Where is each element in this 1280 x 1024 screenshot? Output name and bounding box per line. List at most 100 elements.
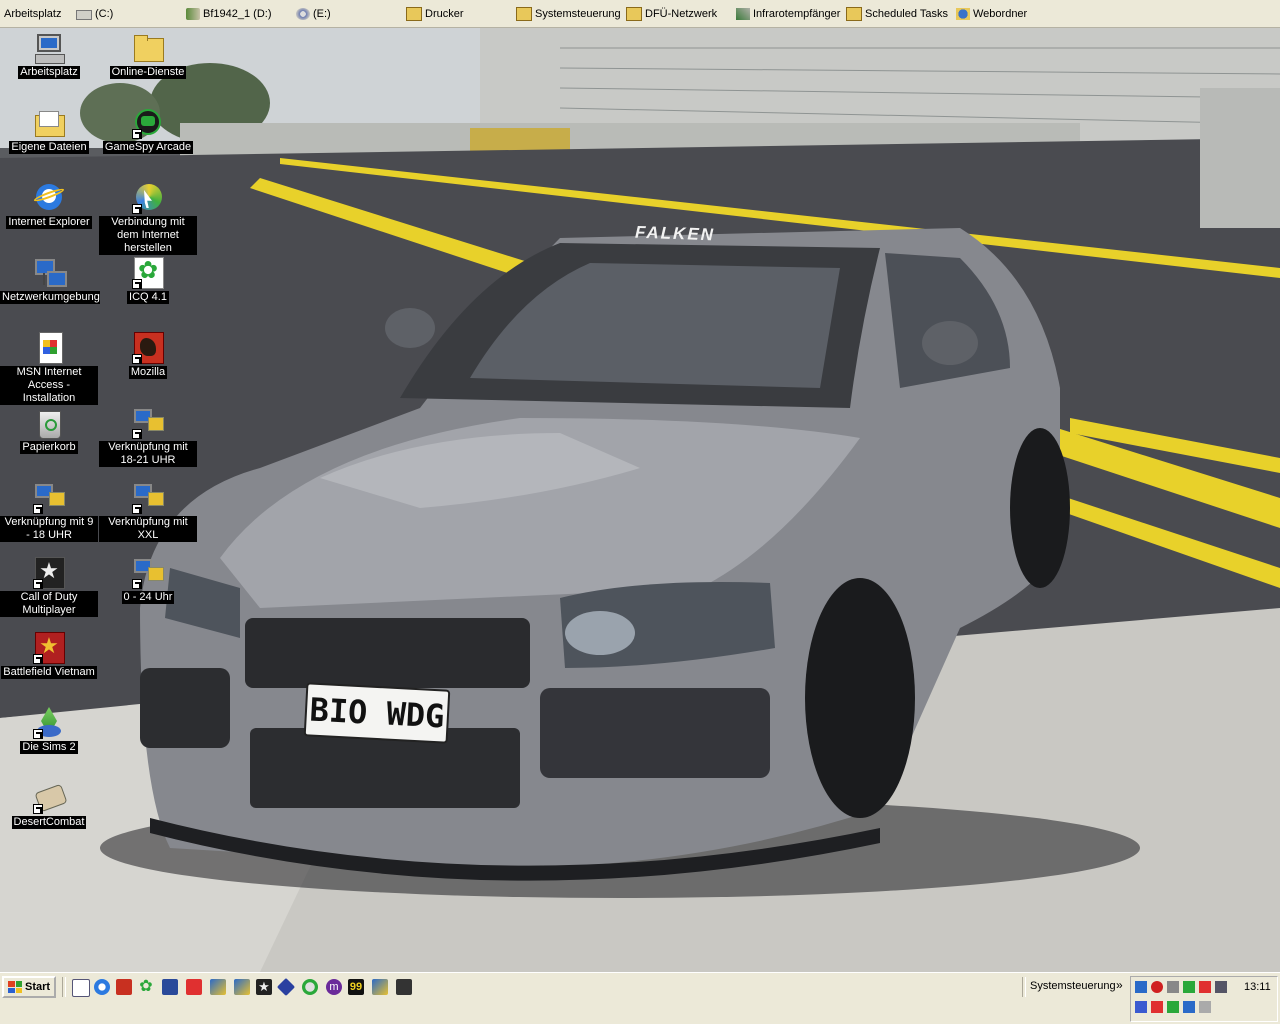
toolbar-chevron[interactable]: »: [1116, 978, 1123, 992]
star-icon[interactable]: ★: [256, 979, 272, 995]
toolbar-item-webordner[interactable]: Webordner: [956, 5, 1027, 23]
desktop-icon-online-dienste[interactable]: Online-Dienste: [99, 32, 197, 79]
shortcut-arrow-icon: [132, 354, 142, 364]
dialup-icon[interactable]: [234, 979, 250, 995]
tray-connection-icon[interactable]: [1183, 1001, 1195, 1013]
tray-ati-icon[interactable]: [1151, 1001, 1163, 1013]
desktop-icon-label: Mozilla: [128, 366, 168, 379]
desktop-icon-call-of-duty[interactable]: ★ Call of Duty Multiplayer: [0, 557, 98, 617]
messenger-icon[interactable]: m: [326, 979, 342, 995]
shortcut-arrow-icon: [132, 129, 142, 139]
dialup-connection-icon: [132, 557, 164, 589]
desktop-icon-msn-setup[interactable]: MSN Internet Access - Installation: [0, 332, 98, 405]
toolbar-item-arbeitsplatz[interactable]: Arbeitsplatz: [4, 5, 61, 23]
internet-explorer-icon: [32, 182, 66, 214]
taskbar-separator: [1022, 977, 1026, 997]
shortcut-arrow-icon: [33, 804, 43, 814]
desktop-icon-netzwerkumgebung[interactable]: Netzwerkumgebung: [0, 257, 100, 304]
game-icon[interactable]: [396, 979, 412, 995]
connection-wizard-icon: [132, 182, 164, 214]
desktop-icon-verknuepfung-9-18[interactable]: Verknüpfung mit 9 - 18 UHR: [0, 482, 98, 542]
tray-antivirus-icon[interactable]: [1151, 981, 1163, 993]
icq-icon[interactable]: ✿: [138, 979, 154, 995]
winamp-icon[interactable]: [162, 979, 178, 995]
toolbar-item-drive-c[interactable]: (C:): [76, 5, 113, 23]
gamespy-icon: [132, 107, 164, 139]
open-folder-icon: [33, 107, 65, 139]
desktop-icon-verbindung-internet[interactable]: Verbindung mit dem Internet herstellen: [99, 182, 197, 255]
tray-volume-icon[interactable]: [1167, 981, 1179, 993]
toolbar-item-label: Arbeitsplatz: [4, 8, 62, 20]
toolbar-item-drive-d[interactable]: Bf1942_1 (D:): [186, 5, 271, 23]
tray-game-icon[interactable]: [1167, 1001, 1179, 1013]
dialup-icon[interactable]: [372, 979, 388, 995]
toolbar-item-drucker[interactable]: Drucker: [406, 5, 464, 23]
web-folder-icon: [956, 8, 970, 20]
desktop-icon-mozilla[interactable]: Mozilla: [99, 332, 197, 379]
toolbar-item-infrarot[interactable]: Infrarotempfänger: [736, 5, 840, 23]
desktop-icon-icq[interactable]: ✿ ICQ 4.1: [99, 257, 197, 304]
msn-setup-icon: [33, 332, 65, 364]
desktop-icon-sims2[interactable]: Die Sims 2: [0, 707, 98, 754]
desktop-icon-verknuepfung-xxl[interactable]: Verknüpfung mit XXL: [99, 482, 197, 542]
dialup-connection-icon: [132, 482, 164, 514]
call-of-duty-icon: ★: [33, 557, 65, 589]
desktop-icon-label: Verknüpfung mit 9 - 18 UHR: [0, 516, 98, 542]
desktop-icon-label: Arbeitsplatz: [18, 66, 80, 79]
ie-icon[interactable]: [94, 979, 110, 995]
start-label: Start: [25, 981, 51, 993]
desktop-icon-internet-explorer[interactable]: Internet Explorer: [0, 182, 98, 229]
notepad-icon[interactable]: [72, 979, 90, 997]
desktop-icon-battlefield-vietnam[interactable]: ★ Battlefield Vietnam: [0, 632, 98, 679]
scheduled-tasks-icon: [846, 7, 862, 21]
taskbar-systemsteuerung[interactable]: Systemsteuerung: [1030, 980, 1116, 992]
desktop-icon-eigene-dateien[interactable]: Eigene Dateien: [0, 107, 98, 154]
shortcut-arrow-icon: [132, 579, 142, 589]
shortcut-arrow-icon: [33, 654, 43, 664]
toolbar-item-drive-e[interactable]: (E:): [296, 5, 331, 23]
tray-ati-icon[interactable]: [1199, 981, 1211, 993]
toolbar-item-label: (C:): [95, 8, 114, 20]
desktop-icon-label: Eigene Dateien: [9, 141, 89, 154]
shortcut-arrow-icon: [33, 504, 43, 514]
desktop-icon-label: Internet Explorer: [6, 216, 92, 229]
shortcut-arrow-icon: [132, 504, 142, 514]
tray-messenger-icon[interactable]: [1135, 1001, 1147, 1013]
toolbar-item-label: Drucker: [425, 8, 464, 20]
99-icon[interactable]: 99: [348, 979, 364, 995]
desktop-icon-papierkorb[interactable]: Papierkorb: [0, 407, 98, 454]
desktop-icon-verknuepfung-18-21[interactable]: Verknüpfung mit 18-21 UHR: [99, 407, 197, 467]
desktop-icon-label: Online-Dienste: [109, 66, 187, 79]
desktop-icon-label: 0 - 24 Uhr: [121, 591, 175, 604]
desktop-icon-gamespy[interactable]: GameSpy Arcade: [99, 107, 197, 154]
pdf-icon[interactable]: [116, 979, 132, 995]
desert-combat-icon: [33, 782, 68, 814]
taskbar-clock[interactable]: 13:11: [1244, 981, 1271, 993]
toolbar-item-scheduled-tasks[interactable]: Scheduled Tasks: [846, 5, 948, 23]
toolbar-item-dfue-netzwerk[interactable]: DFÜ-Netzwerk: [626, 5, 717, 23]
desktop-icon-label: GameSpy Arcade: [102, 141, 194, 154]
network-icon[interactable]: [276, 977, 296, 997]
recycle-bin-icon: [33, 407, 65, 439]
dialup-connection-icon: [33, 482, 65, 514]
toolbar-item-label: Scheduled Tasks: [865, 8, 948, 20]
acrobat-icon[interactable]: [186, 979, 202, 995]
desktop-icon-arbeitsplatz[interactable]: Arbeitsplatz: [0, 32, 98, 79]
start-button[interactable]: Start: [2, 976, 56, 998]
tray-device-icon[interactable]: [1199, 1001, 1211, 1013]
folder-icon: [132, 32, 164, 64]
desktop-icon-0-24-uhr[interactable]: 0 - 24 Uhr: [99, 557, 197, 604]
toolbar-item-systemsteuerung[interactable]: Systemsteuerung: [516, 5, 621, 23]
sims2-icon: [33, 707, 65, 739]
desktop-icon-label: Verbindung mit dem Internet herstellen: [99, 216, 197, 255]
tray-monitor-icon[interactable]: [1215, 981, 1227, 993]
infrared-icon: [736, 8, 750, 20]
desktop-icon-desertcombat[interactable]: DesertCombat: [0, 782, 98, 829]
mozilla-icon[interactable]: [302, 979, 318, 995]
battlefield-vietnam-icon: ★: [33, 632, 65, 664]
desktop-icon-label: Verknüpfung mit XXL: [99, 516, 197, 542]
tray-network-icon[interactable]: [1135, 981, 1147, 993]
tray-icq-icon[interactable]: [1183, 981, 1195, 993]
dialup-icon[interactable]: [210, 979, 226, 995]
computer-icon: [33, 32, 65, 64]
